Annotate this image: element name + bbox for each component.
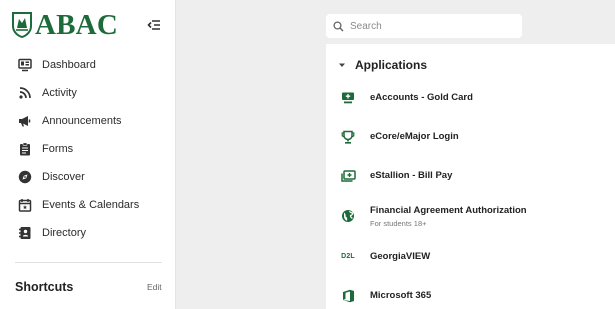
sidebar-item-label: Discover — [42, 171, 85, 183]
collapse-sidebar-button[interactable] — [146, 17, 162, 33]
megaphone-icon — [19, 116, 31, 127]
app-name: eAccounts - Gold Card — [370, 92, 473, 103]
app-name: Financial Agreement Authorization — [370, 204, 527, 216]
caret-down-icon — [339, 63, 345, 67]
sidebar: ABAC Dashboard Activity Announcements Fo… — [0, 0, 176, 309]
sidebar-item-forms[interactable]: Forms — [0, 135, 176, 163]
sidebar-nav: Dashboard Activity Announcements Forms D… — [0, 51, 176, 247]
abac-logo[interactable]: ABAC — [11, 9, 118, 41]
globe-icon — [342, 210, 354, 222]
shortcuts-heading: Shortcuts — [15, 280, 74, 294]
sidebar-item-dashboard[interactable]: Dashboard — [0, 51, 176, 79]
search-icon — [333, 20, 344, 31]
app-item-eaccounts[interactable]: eAccounts - Gold Card — [326, 78, 615, 117]
shield-icon — [12, 12, 32, 38]
sidebar-item-label: Announcements — [42, 115, 122, 127]
contacts-book-icon — [19, 227, 31, 239]
clipboard-icon — [20, 142, 30, 156]
card-reader-icon — [342, 92, 354, 103]
applications-panel: Applications eAccounts - Gold Card eCore… — [326, 44, 615, 309]
sidebar-item-label: Directory — [42, 227, 87, 239]
sidebar-item-activity[interactable]: Activity — [0, 79, 176, 107]
app-item-georgiaview[interactable]: D2L GeorgiaVIEW — [326, 237, 615, 276]
app-item-estallion-bill-pay[interactable]: eStallion - Bill Pay — [326, 156, 615, 195]
sidebar-item-announcements[interactable]: Announcements — [0, 107, 176, 135]
rss-feed-icon — [19, 87, 31, 99]
applications-list: eAccounts - Gold Card eCore/eMajor Login — [326, 78, 615, 309]
sidebar-item-directory[interactable]: Directory — [0, 219, 176, 247]
search-input[interactable] — [350, 20, 510, 32]
sidebar-item-label: Forms — [42, 143, 74, 155]
add-payment-icon — [340, 169, 356, 182]
app-item-ecore-emajor[interactable]: eCore/eMajor Login — [326, 117, 615, 156]
collapse-menu-icon — [147, 20, 160, 30]
compass-icon — [18, 170, 32, 184]
app-name: eStallion - Bill Pay — [370, 170, 453, 181]
trophy-icon — [341, 130, 355, 144]
sidebar-item-discover[interactable]: Discover — [0, 163, 176, 191]
applications-heading: Applications — [355, 58, 428, 72]
app-item-microsoft-365[interactable]: Microsoft 365 — [326, 276, 615, 309]
edit-shortcuts-button[interactable]: Edit — [147, 282, 162, 292]
app-subtitle: For students 18+ — [370, 218, 427, 228]
app-name: eCore/eMajor Login — [370, 131, 459, 142]
app-name: Microsoft 365 — [370, 290, 432, 301]
app-item-financial-agreement[interactable]: Financial Agreement Authorization For st… — [326, 195, 615, 237]
d2l-logo-icon: D2L — [341, 253, 355, 260]
app-name: GeorgiaVIEW — [370, 251, 431, 262]
office-logo-icon — [342, 289, 354, 302]
sidebar-item-label: Activity — [42, 87, 77, 99]
calendar-icon — [18, 199, 32, 212]
applications-section-toggle[interactable]: Applications — [338, 58, 427, 72]
logo-text: ABAC — [35, 9, 118, 41]
sidebar-item-label: Events & Calendars — [42, 199, 140, 211]
sidebar-item-label: Dashboard — [42, 59, 96, 71]
search-bar[interactable] — [326, 14, 522, 38]
sidebar-divider — [15, 262, 162, 263]
sidebar-item-events-calendars[interactable]: Events & Calendars — [0, 191, 176, 219]
dashboard-icon — [18, 58, 32, 72]
